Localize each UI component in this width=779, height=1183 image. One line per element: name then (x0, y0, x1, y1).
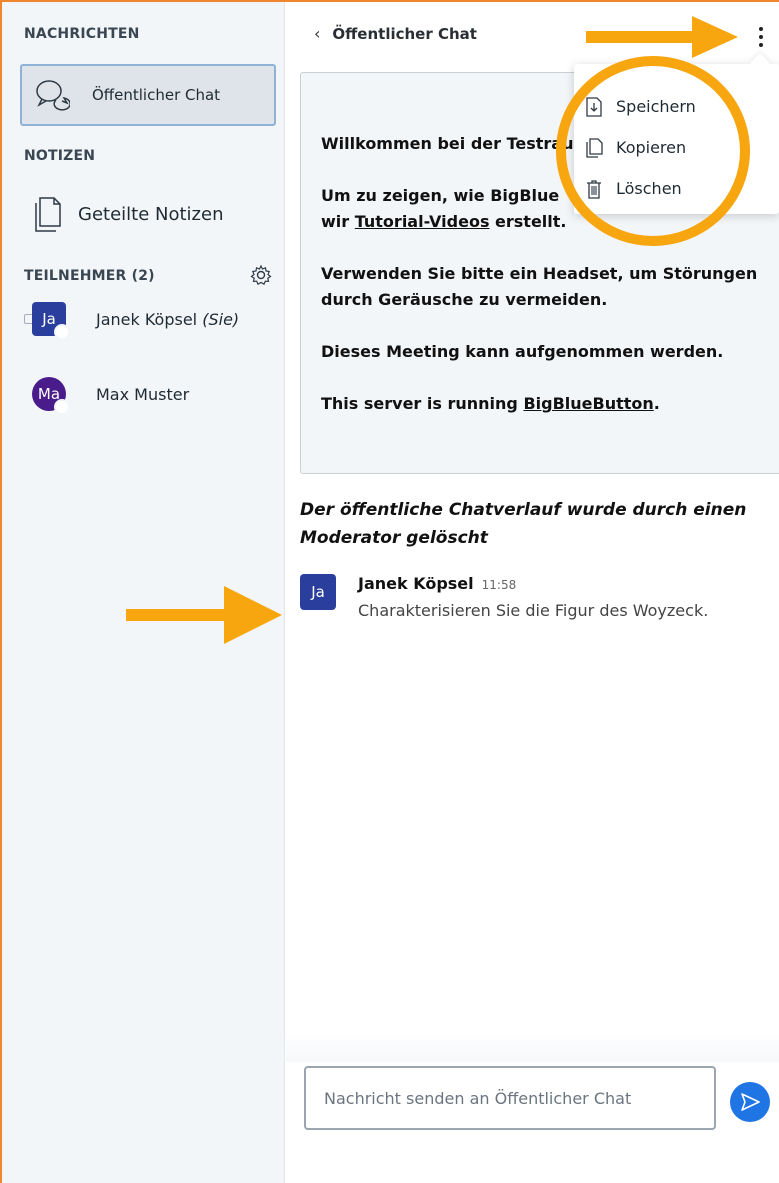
message-list-fade (286, 1032, 779, 1062)
notes-heading: NOTIZEN (24, 148, 96, 164)
dot (759, 35, 763, 39)
participant-name: Janek Köpsel (Sie) (96, 310, 239, 329)
avatar: Ma (32, 377, 70, 415)
sidebar-item-shared-notes[interactable]: Geteilte Notizen (24, 190, 223, 238)
message-meta: Janek Köpsel 11:58 (358, 574, 708, 593)
message-time: 11:58 (481, 578, 517, 592)
welcome-line: Dieses Meeting kann aufgenommen werden. (321, 342, 724, 361)
welcome-text: Willkommen bei der Testr (321, 134, 552, 153)
welcome-text: This server is running (321, 394, 524, 413)
bigbluebutton-link[interactable]: BigBlueButton (523, 394, 653, 413)
messages-heading: NACHRICHTEN (24, 26, 140, 42)
avatar: Ja (300, 574, 336, 610)
avatar: Ja (32, 302, 70, 340)
more-options-button[interactable] (751, 22, 771, 52)
avatar-initials: Ja (42, 310, 56, 328)
chat-cleared-notice: Der öffentliche Chatverlauf wurde durch … (300, 500, 747, 548)
arrow-right-annotation-icon (126, 586, 282, 644)
participant-max[interactable]: Ma Max Muster (32, 377, 190, 415)
welcome-text: Um zu zeigen, wie BigBlue (321, 186, 560, 205)
status-dot (54, 399, 70, 415)
chat-bubbles-icon (36, 80, 70, 111)
sidebar-item-label: Öffentlicher Chat (92, 86, 221, 104)
message-author: Janek Köpsel (358, 574, 474, 593)
welcome-line: This server is running BigBlueButton. (321, 391, 769, 417)
sidebar-item-public-chat[interactable]: Öffentlicher Chat (20, 64, 276, 126)
dot (759, 43, 763, 47)
chevron-left-icon: ‹ (314, 24, 321, 43)
message-input[interactable] (304, 1066, 716, 1130)
chat-message: Ja Janek Köpsel 11:58 Charakterisieren Si… (300, 574, 708, 620)
welcome-text: . (653, 394, 660, 413)
welcome-line: Verwenden Sie bitte ein Headset, um Stör… (321, 264, 758, 309)
participant-janek[interactable]: Ja Janek Köpsel (Sie) (32, 302, 239, 340)
avatar-initials: Ja (311, 583, 325, 601)
notes-icon (35, 197, 61, 232)
participant-name-text: Janek Köpsel (96, 309, 198, 329)
highlight-circle (556, 56, 750, 246)
tutorial-videos-link[interactable]: Tutorial-Videos (355, 212, 490, 231)
message-body: Janek Köpsel 11:58 Charakterisieren Sie d… (358, 574, 708, 620)
message-text: Charakterisieren Sie die Figur des Woyze… (358, 601, 709, 620)
gear-icon[interactable] (250, 264, 272, 286)
participant-you-suffix: (Sie) (202, 309, 240, 329)
send-button[interactable] (730, 1082, 770, 1122)
welcome-text: wir (321, 212, 355, 231)
send-icon (741, 1093, 760, 1111)
sidebar-item-label: Geteilte Notizen (78, 203, 224, 225)
chat-header-back[interactable]: ‹ Öffentlicher Chat (314, 24, 477, 43)
status-dot (54, 324, 70, 340)
welcome-text: erstellt. (489, 212, 567, 231)
participants-heading: TEILNEHMER (2) (24, 268, 155, 284)
participant-name: Max Muster (96, 384, 190, 404)
arrow-right-annotation-icon (586, 16, 738, 58)
dot (759, 27, 763, 31)
chat-title: Öffentlicher Chat (332, 24, 477, 43)
